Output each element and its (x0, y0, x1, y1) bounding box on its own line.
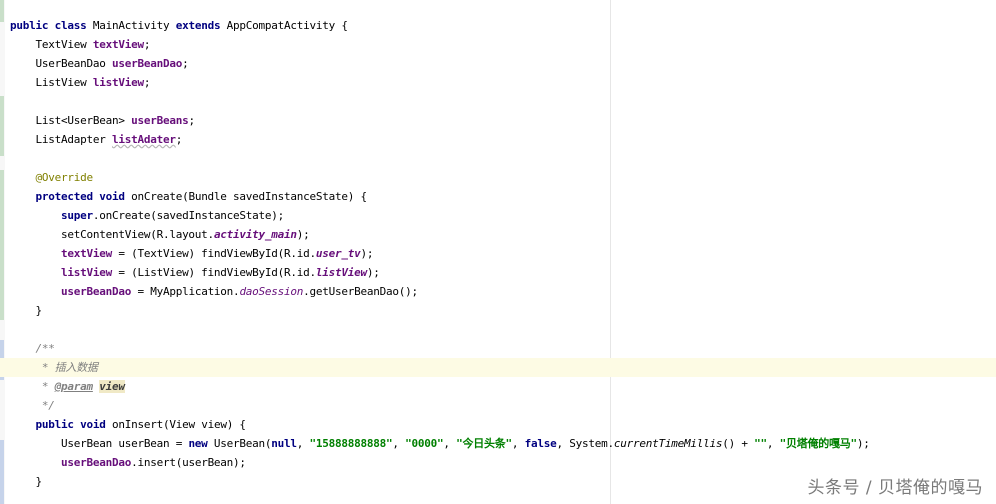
code-line: ListAdapter listAdater; (35, 133, 183, 146)
code-line-current: * 插入数据 (0, 358, 996, 377)
code-line: public class MainActivity extends AppCom… (10, 19, 348, 32)
change-marker (0, 96, 4, 156)
code-line: * @param view (35, 380, 125, 393)
code-line: } (35, 304, 43, 317)
watermark: 头条号 / 贝塔俺的嘎马 (807, 478, 983, 498)
code-line: userBeanDao = MyApplication.daoSession.g… (60, 285, 418, 298)
code-line: super.onCreate(savedInstanceState); (60, 209, 285, 222)
code-line: /** (35, 342, 55, 355)
code-line: TextView textView; (35, 38, 151, 51)
editor-gutter (0, 0, 5, 504)
code-line: listView = (ListView) findViewById(R.id.… (60, 266, 380, 279)
code-line: protected void onCreate(Bundle savedInst… (35, 190, 368, 203)
change-marker (0, 440, 4, 504)
code-line: textView = (TextView) findViewById(R.id.… (60, 247, 374, 260)
code-line: UserBean userBean = new UserBean(null, "… (60, 437, 870, 450)
code-editor[interactable]: public class MainActivity extends AppCom… (0, 16, 996, 491)
code-line: ListView listView; (35, 76, 151, 89)
code-line: @Override (35, 171, 94, 184)
code-line: List<UserBean> userBeans; (35, 114, 196, 127)
code-line: UserBeanDao userBeanDao; (35, 57, 189, 70)
code-line: */ (35, 399, 55, 412)
code-line: userBeanDao.insert(userBean); (60, 456, 246, 469)
code-line: setContentView(R.layout.activity_main); (60, 228, 310, 241)
change-marker (0, 0, 4, 22)
code-line: public void onInsert(View view) { (35, 418, 247, 431)
change-marker (0, 170, 4, 320)
